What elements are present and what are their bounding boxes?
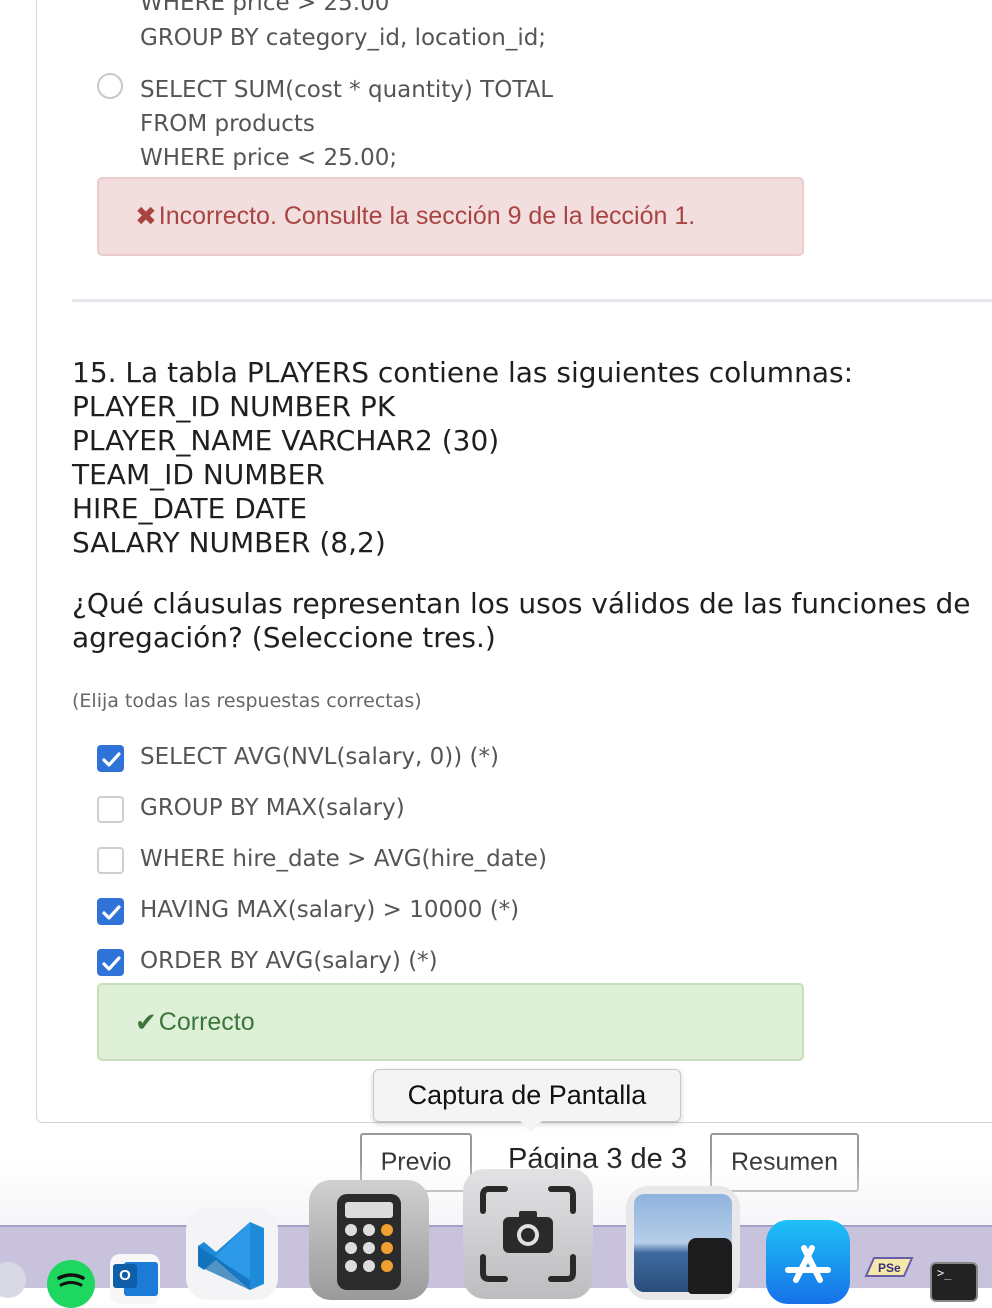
question-separator [72,299,992,302]
screenshot-icon[interactable] [463,1169,593,1299]
check-icon [102,956,121,971]
column-definition: HIRE_DATE DATE [72,492,308,525]
prev-code-line: WHERE price > 25.00 [140,0,390,16]
x-mark-icon: ✖ [135,201,157,231]
calculator-icon[interactable] [309,1180,429,1300]
checkbox-checked[interactable] [97,949,124,976]
terminal-prompt: >_ [937,1266,952,1280]
pse-icon[interactable]: PSe [862,1252,918,1292]
answer-hint: (Elija todas las respuestas correctas) [72,690,422,712]
answer-option[interactable]: GROUP BY MAX(salary) [97,795,797,826]
answer-option[interactable]: SELECT AVG(NVL(salary, 0)) (*) [97,744,797,775]
column-definition: PLAYER_NAME VARCHAR2 (30) [72,424,500,457]
incorrect-feedback: ✖ Incorrecto. Consulte la sección 9 de l… [97,177,804,256]
column-definition: SALARY NUMBER (8,2) [72,526,386,559]
checkbox-unchecked[interactable] [97,796,124,823]
check-mark-icon: ✔ [135,1006,157,1037]
checkbox-checked[interactable] [97,745,124,772]
answer-option[interactable]: HAVING MAX(salary) > 10000 (*) [97,897,797,928]
correct-feedback: ✔ Correcto [97,983,804,1061]
option-label: WHERE hire_date > AVG(hire_date) [140,846,547,872]
spotify-icon[interactable] [47,1260,95,1308]
question-title: 15. La tabla PLAYERS contiene las siguie… [72,356,854,389]
vscode-icon[interactable] [186,1208,278,1300]
option-label: GROUP BY MAX(salary) [140,795,405,821]
column-definition: TEAM_ID NUMBER [72,458,325,491]
question-prompt: ¿Qué cláusulas representan los usos váli… [72,587,971,620]
feedback-text: Incorrecto. Consulte la sección 9 de la … [158,202,696,230]
check-icon [102,752,121,767]
preview-icon[interactable] [626,1186,740,1300]
column-definition: PLAYER_ID NUMBER PK [72,390,396,423]
option-label: SELECT AVG(NVL(salary, 0)) (*) [140,744,500,770]
app-store-icon[interactable] [766,1220,850,1304]
answer-radio[interactable] [97,73,123,99]
outlook-icon[interactable]: O [110,1254,160,1304]
pse-label: PSe [878,1261,901,1275]
option-code-line: SELECT SUM(cost * quantity) TOTAL [140,77,554,103]
feedback-text: Correcto [158,1007,255,1036]
question-prompt: agregación? (Seleccione tres.) [72,621,496,654]
checkbox-checked[interactable] [97,898,124,925]
checkbox-unchecked[interactable] [97,847,124,874]
option-label: HAVING MAX(salary) > 10000 (*) [140,897,520,923]
prev-code-line: GROUP BY category_id, location_id; [140,25,547,51]
option-code-line: WHERE price < 25.00; [140,145,398,171]
answer-option[interactable]: ORDER BY AVG(salary) (*) [97,948,797,979]
terminal-icon[interactable]: >_ [930,1262,978,1302]
answer-option[interactable]: WHERE hire_date > AVG(hire_date) [97,846,797,877]
option-code-line: FROM products [140,111,315,137]
option-label: ORDER BY AVG(salary) (*) [140,948,438,974]
dock-tooltip: Captura de Pantalla [373,1069,681,1132]
check-icon [102,905,121,920]
